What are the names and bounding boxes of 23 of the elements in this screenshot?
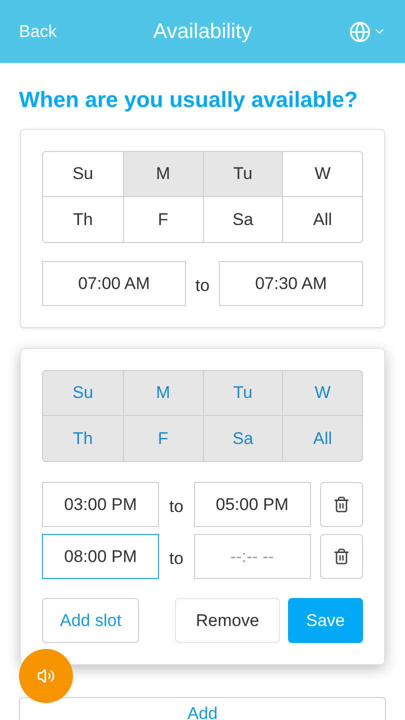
day-toggle[interactable]: Tu: [202, 152, 282, 197]
trash-icon: [332, 496, 350, 513]
speaker-icon: [37, 667, 55, 685]
delete-button[interactable]: [320, 482, 363, 527]
to-label: to: [194, 274, 211, 297]
time-field[interactable]: --:-- --: [194, 534, 311, 579]
page-title: Availability: [152, 18, 253, 45]
day-toggle[interactable]: M: [122, 152, 202, 197]
time-field[interactable]: 05:00 PM: [194, 482, 311, 527]
delete-button[interactable]: [320, 534, 363, 579]
remove-button[interactable]: Remove: [175, 598, 280, 643]
time-field[interactable]: 08:00 PM: [42, 534, 159, 579]
day-toggle[interactable]: W: [282, 152, 362, 197]
time-field[interactable]: 07:30 AM: [219, 261, 363, 306]
trash-icon: [332, 548, 350, 565]
day-toggle[interactable]: Su: [43, 152, 123, 197]
to-label: to: [168, 496, 184, 518]
section-heading: When are you usually available?: [19, 86, 359, 114]
day-toggle[interactable]: All: [282, 197, 362, 242]
globe-icon: [349, 20, 371, 42]
to-label: to: [168, 548, 184, 570]
time-field[interactable]: 03:00 PM: [42, 482, 159, 527]
time-field[interactable]: 07:00 AM: [42, 261, 186, 306]
